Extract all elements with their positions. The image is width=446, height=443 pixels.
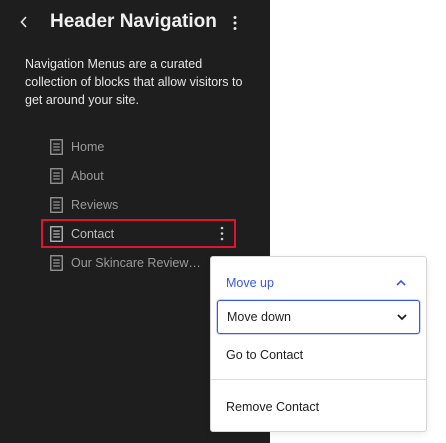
nav-item-label: Reviews bbox=[71, 197, 119, 212]
page-icon bbox=[50, 196, 63, 213]
menu-item-label: Remove Contact bbox=[226, 400, 320, 414]
nav-item-about[interactable]: About bbox=[43, 163, 234, 188]
page-icon bbox=[50, 138, 63, 155]
move-up-button[interactable]: Move up bbox=[217, 266, 420, 300]
nav-item-home[interactable]: Home bbox=[43, 134, 234, 159]
move-down-button[interactable]: Move down bbox=[217, 300, 420, 334]
nav-item-skincare-review[interactable]: Our Skincare Review St... bbox=[43, 250, 234, 275]
remove-contact-button[interactable]: Remove Contact bbox=[217, 390, 420, 424]
nav-item-label: Our Skincare Review St... bbox=[71, 255, 201, 270]
page-icon bbox=[50, 254, 63, 271]
page-icon bbox=[50, 225, 63, 242]
page-title: Header Navigation bbox=[50, 11, 217, 32]
chevron-up-icon bbox=[394, 276, 408, 290]
page-icon bbox=[50, 167, 63, 184]
menu-divider bbox=[211, 379, 426, 380]
description-text: Navigation Menus are a curated collectio… bbox=[25, 57, 243, 107]
back-button[interactable] bbox=[14, 12, 34, 32]
nav-item-contact[interactable]: Contact bbox=[41, 219, 236, 248]
context-menu: Move up Move down Go to Contact Remove C… bbox=[210, 256, 427, 432]
go-to-contact-button[interactable]: Go to Contact bbox=[217, 338, 420, 372]
options-button[interactable] bbox=[225, 12, 245, 34]
item-options-button[interactable] bbox=[216, 224, 228, 243]
nav-item-label: About bbox=[71, 168, 104, 183]
menu-item-label: Move down bbox=[227, 310, 291, 324]
nav-item-label: Contact bbox=[71, 226, 115, 241]
more-vertical-icon bbox=[233, 16, 237, 30]
more-vertical-icon bbox=[220, 226, 224, 241]
menu-item-label: Go to Contact bbox=[226, 348, 304, 362]
chevron-left-icon bbox=[20, 16, 27, 28]
nav-item-label: Home bbox=[71, 139, 105, 154]
chevron-down-icon bbox=[395, 310, 409, 324]
nav-item-reviews[interactable]: Reviews bbox=[43, 192, 234, 217]
menu-item-label: Move up bbox=[226, 276, 274, 290]
